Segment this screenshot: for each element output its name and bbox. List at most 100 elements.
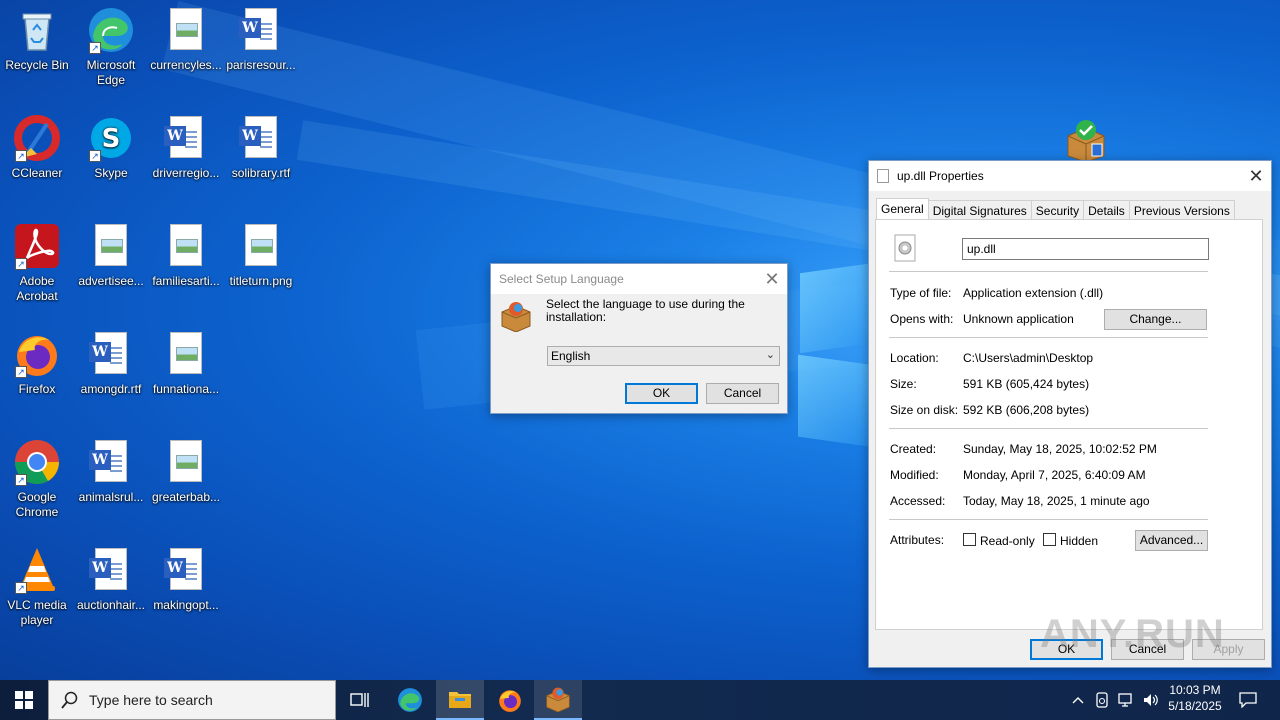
taskbar-file-explorer-button[interactable] — [436, 680, 484, 720]
tab-details[interactable]: Details — [1083, 200, 1130, 221]
recycle-bin-icon — [13, 6, 61, 54]
taskbar-clock[interactable]: 10:03 PM 5/18/2025 — [1164, 683, 1226, 713]
hidden-checkbox[interactable] — [1043, 533, 1056, 546]
setup-dialog-prompt: Select the language to use during the in… — [546, 297, 745, 324]
taskbar-edge-button[interactable] — [386, 680, 434, 720]
notification-icon — [1239, 692, 1257, 708]
image-file-icon — [162, 330, 210, 378]
desktop-icon-label: Recycle Bin — [5, 58, 69, 72]
gear-file-icon — [893, 234, 919, 262]
size-label: Size: — [890, 377, 917, 391]
installer-box-icon[interactable] — [1062, 118, 1110, 163]
properties-close-button[interactable]: ✕ — [1241, 161, 1271, 191]
desktop-icon-skype[interactable]: S ↗ Skype — [75, 108, 147, 181]
desktop-icon-word-doc[interactable]: W auctionhair... — [75, 540, 147, 613]
word-doc-icon: W — [162, 546, 210, 594]
clock-date: 5/18/2025 — [1168, 699, 1222, 713]
desktop-icon-word-doc[interactable]: W parisresour... — [225, 0, 297, 73]
desktop-icon-google-chrome[interactable]: ↗ Google Chrome — [1, 432, 73, 520]
shortcut-arrow-icon: ↗ — [15, 150, 27, 162]
desktop-icon-label: Firefox — [18, 382, 56, 396]
size-on-disk-value: 592 KB (606,208 bytes) — [963, 403, 1090, 417]
ccleaner-icon: ↗ — [13, 114, 61, 162]
edge-icon: ↗ — [87, 6, 135, 54]
modified-value: Monday, April 7, 2025, 6:40:09 AM — [963, 468, 1146, 482]
word-doc-icon: W — [87, 330, 135, 378]
setup-ok-button[interactable]: OK — [625, 383, 698, 404]
shortcut-arrow-icon: ↗ — [15, 582, 27, 594]
task-view-button[interactable] — [336, 680, 384, 720]
desktop-icon-label: advertisee... — [78, 274, 144, 288]
device-icon[interactable] — [1092, 680, 1112, 720]
tab-security[interactable]: Security — [1030, 200, 1085, 221]
desktop-icon-word-doc[interactable]: W amongdr.rtf — [75, 324, 147, 397]
desktop-icon-image-file[interactable]: familiesarti... — [150, 216, 222, 289]
setup-installer-icon — [499, 300, 533, 333]
desktop-icon-ccleaner[interactable]: ↗ CCleaner — [1, 108, 73, 181]
desktop-icon-label: funnationa... — [152, 382, 220, 396]
desktop-icon-image-file[interactable]: greaterbab... — [150, 432, 222, 505]
properties-titlebar[interactable]: up.dll Properties ✕ — [869, 161, 1271, 191]
location-label: Location: — [890, 351, 939, 365]
tab-general[interactable]: General — [876, 198, 929, 221]
desktop-icon-label: Adobe Acrobat — [16, 274, 58, 303]
desktop-icon-image-file[interactable]: titleturn.png — [225, 216, 297, 289]
advanced-button[interactable]: Advanced... — [1135, 530, 1208, 551]
hidden-label: Hidden — [1060, 534, 1099, 548]
divider — [889, 337, 1208, 338]
task-view-icon — [350, 693, 369, 707]
attributes-label: Attributes: — [890, 533, 945, 547]
chevron-up-icon[interactable] — [1068, 680, 1088, 720]
desktop-icon-label: animalsrul... — [78, 490, 144, 504]
desktop-icon-word-doc[interactable]: W animalsrul... — [75, 432, 147, 505]
desktop-icon-vlc[interactable]: ↗ VLC media player — [1, 540, 73, 628]
setup-dialog-close-button[interactable]: ✕ — [757, 264, 787, 294]
shortcut-arrow-icon: ↗ — [15, 366, 27, 378]
taskbar-firefox-button[interactable] — [486, 680, 534, 720]
word-doc-icon: W — [237, 6, 285, 54]
setup-dialog-title: Select Setup Language — [499, 272, 624, 286]
readonly-checkbox[interactable] — [963, 533, 976, 546]
volume-icon[interactable] — [1140, 680, 1162, 720]
desktop-icon-adobe-acrobat[interactable]: ↗ Adobe Acrobat — [1, 216, 73, 304]
start-button[interactable] — [0, 680, 48, 720]
taskbar-installer-button[interactable] — [534, 680, 582, 720]
shortcut-arrow-icon: ↗ — [15, 258, 27, 270]
desktop-icon-firefox[interactable]: ↗ Firefox — [1, 324, 73, 397]
network-icon[interactable] — [1116, 680, 1138, 720]
desktop-icon-word-doc[interactable]: W makingopt... — [150, 540, 222, 613]
desktop-icon-label: Microsoft Edge — [86, 58, 136, 87]
opens-with-label: Opens with: — [890, 312, 954, 326]
word-doc-icon: W — [162, 114, 210, 162]
type-label: Type of file: — [890, 286, 952, 300]
divider — [889, 519, 1208, 520]
tab-digital-signatures[interactable]: Digital Signatures — [927, 200, 1032, 221]
setup-dialog-titlebar[interactable]: Select Setup Language ✕ — [491, 264, 787, 294]
word-doc-icon: W — [237, 114, 285, 162]
desktop-icon-image-file[interactable]: currencyles... — [150, 0, 222, 73]
language-select-value: English — [551, 349, 591, 363]
dll-file-icon — [877, 169, 889, 183]
change-button[interactable]: Change... — [1104, 309, 1207, 330]
desktop-icon-image-file[interactable]: funnationa... — [150, 324, 222, 397]
desktop-icon-label: amongdr.rtf — [80, 382, 142, 396]
size-on-disk-label: Size on disk: — [890, 403, 959, 417]
notifications-button[interactable] — [1232, 680, 1264, 720]
type-value: Application extension (.dll) — [963, 286, 1104, 300]
tab-previous-versions[interactable]: Previous Versions — [1128, 200, 1235, 221]
filename-input[interactable]: up.dll — [962, 238, 1209, 260]
opens-with-value: Unknown application — [963, 312, 1074, 326]
desktop-icon-image-file[interactable]: advertisee... — [75, 216, 147, 289]
setup-cancel-button[interactable]: Cancel — [706, 383, 779, 404]
desktop-icon-word-doc[interactable]: W driverregio... — [150, 108, 222, 181]
image-file-icon — [162, 6, 210, 54]
language-select[interactable]: English ⌄ — [547, 346, 780, 366]
taskbar-search-box[interactable]: Type here to search — [48, 680, 336, 720]
desktop-icon-word-doc[interactable]: W solibrary.rtf — [225, 108, 297, 181]
desktop-icon-microsoft-edge[interactable]: ↗ Microsoft Edge — [75, 0, 147, 88]
accessed-value: Today, May 18, 2025, 1 minute ago — [963, 494, 1150, 508]
shortcut-arrow-icon: ↗ — [89, 42, 101, 54]
image-file-icon — [162, 222, 210, 270]
desktop-icon-recycle-bin[interactable]: Recycle Bin — [1, 0, 73, 73]
vlc-icon: ↗ — [13, 546, 61, 594]
